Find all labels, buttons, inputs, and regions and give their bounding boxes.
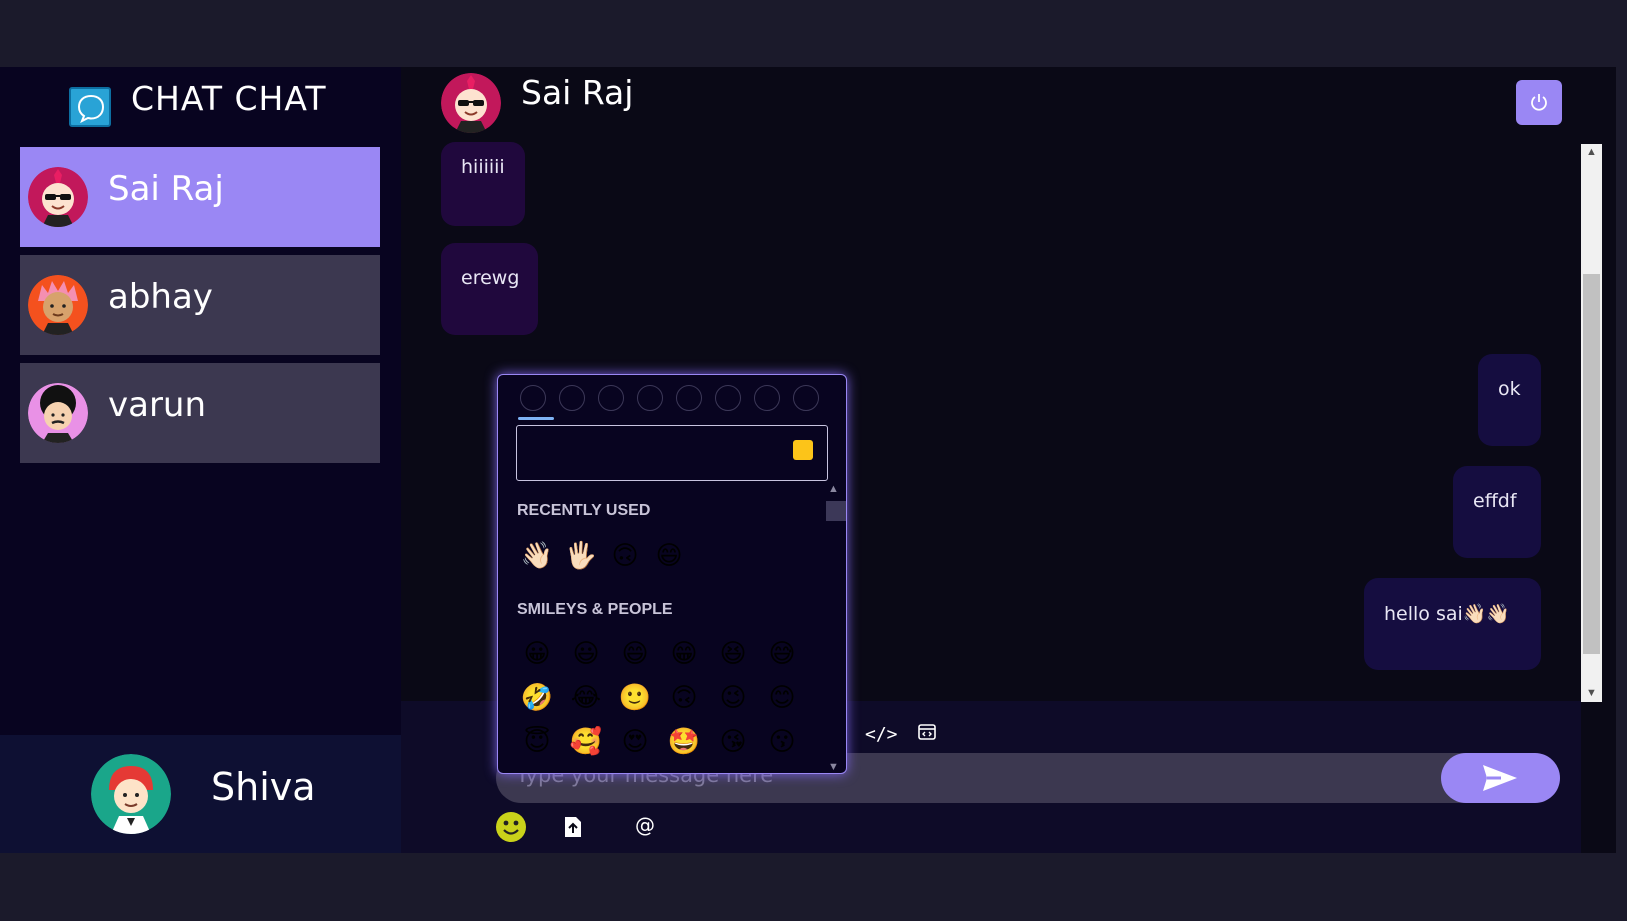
contact-abhay[interactable]: abhay: [20, 255, 380, 355]
food-category-icon[interactable]: [559, 385, 585, 411]
avatar: [28, 275, 88, 335]
emoji-button[interactable]: 🖐🏻: [564, 539, 598, 573]
message-received: erewg: [441, 243, 538, 335]
emoji-category-tabs: [518, 385, 828, 415]
emoji-button[interactable]: 😅: [765, 637, 799, 671]
avatar: [441, 73, 501, 133]
chat-bubble-icon: [69, 87, 111, 127]
contact-name: varun: [108, 385, 207, 425]
emoji-button[interactable]: 😍: [618, 725, 652, 759]
emoji-button[interactable]: 😄: [652, 539, 686, 573]
contact-varun[interactable]: varun: [20, 363, 380, 463]
avatar: [28, 383, 88, 443]
send-button[interactable]: [1441, 753, 1560, 803]
emoji-button[interactable]: 😂: [569, 681, 603, 715]
message-sent: effdf: [1453, 466, 1541, 558]
emoji-button[interactable]: 😇: [520, 725, 554, 759]
current-user-panel: Shiva: [0, 735, 401, 853]
brand: CHAT CHAT: [0, 67, 401, 147]
power-icon: [1531, 94, 1547, 111]
message-received: hiiiiii: [441, 142, 525, 226]
message-scrollbar[interactable]: ▲ ▼: [1581, 144, 1602, 702]
symbols-category-icon[interactable]: [754, 385, 780, 411]
objects-category-icon[interactable]: [715, 385, 741, 411]
emoji-search-input[interactable]: [516, 425, 828, 481]
emoji-button[interactable]: 🤣: [520, 681, 554, 715]
scroll-down-arrow-icon[interactable]: ▼: [828, 761, 839, 773]
emoji-button[interactable]: 😃: [569, 637, 603, 671]
app-title: CHAT CHAT: [131, 79, 327, 118]
embed-icon[interactable]: [918, 724, 936, 745]
scrollbar-thumb[interactable]: [1583, 274, 1600, 654]
emoji-button[interactable]: 😘: [716, 725, 750, 759]
emoji-button[interactable]: 😆: [716, 637, 750, 671]
skin-tone-picker-icon[interactable]: [793, 440, 813, 460]
emoji-button[interactable]: 😗: [765, 725, 799, 759]
emoji-button[interactable]: 😉: [716, 681, 750, 715]
emoji-button[interactable]: 🙃: [667, 681, 701, 715]
current-user-name: Shiva: [211, 765, 316, 809]
emoji-button[interactable]: 🙃: [608, 539, 642, 573]
send-arrow-icon: [1483, 765, 1517, 791]
flags-category-icon[interactable]: [793, 385, 819, 411]
recently-used-heading: Recently Used: [517, 502, 651, 519]
emoji-button[interactable]: 👋🏻: [520, 539, 554, 573]
emoji-button[interactable]: 🙂: [618, 681, 652, 715]
message-sent: ok: [1478, 354, 1541, 446]
buildings-category-icon[interactable]: [637, 385, 663, 411]
emoji-button[interactable]: 🤩: [667, 725, 701, 759]
contact-name: abhay: [108, 277, 213, 317]
smileys-people-heading: Smileys & People: [517, 601, 673, 618]
contact-sai-raj[interactable]: Sai Raj: [20, 147, 380, 247]
scroll-up-arrow-icon[interactable]: ▲: [1581, 144, 1602, 161]
avatar: [28, 167, 88, 227]
active-category-indicator: [518, 417, 554, 420]
emoji-button[interactable]: 😄: [618, 637, 652, 671]
at-icon[interactable]: @: [635, 813, 655, 837]
chat-contact-name: Sai Raj: [521, 73, 634, 112]
emoji-picker: ▲ ▼ Recently Used 👋🏻 🖐🏻 🙃 😄 Smileys & Pe…: [497, 374, 847, 774]
scroll-up-arrow-icon[interactable]: ▲: [828, 483, 839, 495]
emoji-button[interactable]: 😁: [667, 637, 701, 671]
contact-name: Sai Raj: [108, 169, 224, 209]
activity-category-icon[interactable]: [676, 385, 702, 411]
scroll-down-arrow-icon[interactable]: ▼: [1581, 685, 1602, 702]
scrollbar-thumb[interactable]: [826, 501, 846, 521]
sidebar: CHAT CHAT Sai Raj abhay varun Shiva: [0, 67, 401, 853]
people-category-icon[interactable]: [520, 385, 546, 411]
avatar: [91, 754, 171, 834]
emoji-button[interactable]: 🥰: [569, 725, 603, 759]
emoji-scrollbar[interactable]: ▲ ▼: [824, 483, 846, 773]
message-sent: hello sai👋🏻👋🏻: [1364, 578, 1541, 670]
file-upload-icon[interactable]: [564, 816, 582, 843]
logout-button[interactable]: [1516, 80, 1562, 125]
nature-category-icon[interactable]: [598, 385, 624, 411]
emoji-button[interactable]: 😀: [520, 637, 554, 671]
code-icon[interactable]: </>: [865, 724, 898, 745]
emoji-button[interactable]: 😊: [765, 681, 799, 715]
smiley-icon[interactable]: [495, 811, 527, 848]
